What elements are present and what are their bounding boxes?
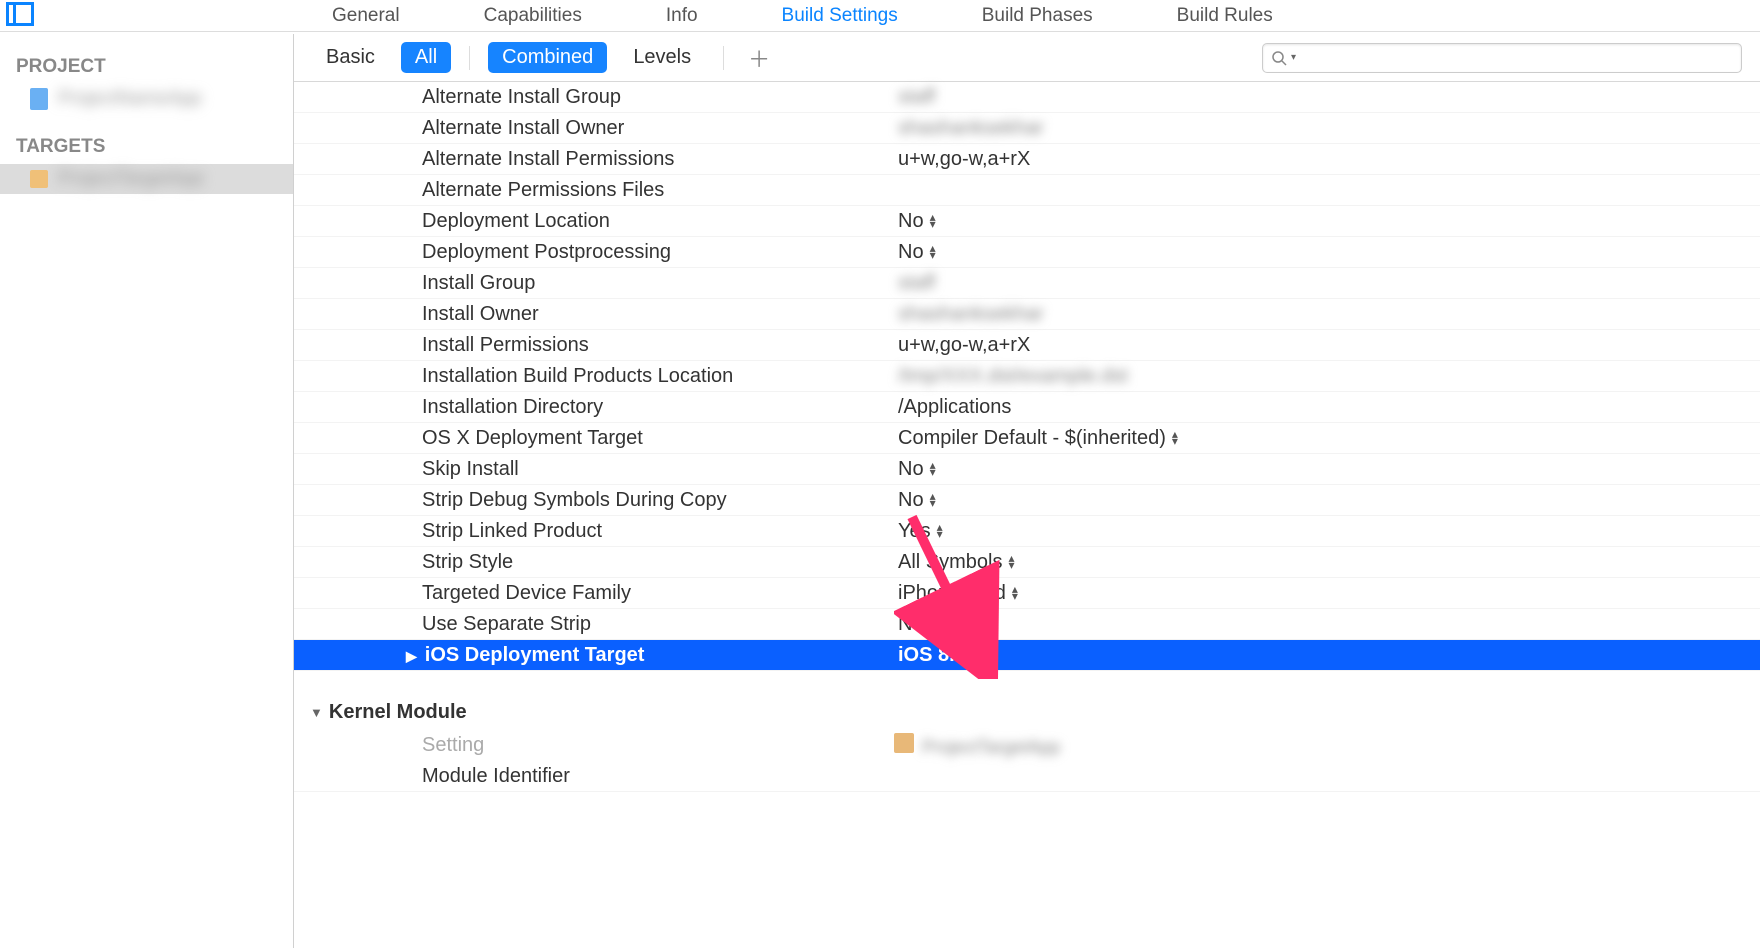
target-icon [30, 170, 48, 188]
project-name: ProjectNameApp [58, 88, 202, 110]
setting-label: Alternate Install Owner [294, 117, 894, 140]
setting-value[interactable]: shashanksekhar [894, 303, 1760, 326]
setting-row[interactable]: Installation Directory/Applications [294, 392, 1760, 423]
setting-row[interactable]: Strip Linked ProductYes▴▾ [294, 516, 1760, 547]
tab-general[interactable]: General [320, 1, 412, 31]
setting-label: Deployment Location [294, 210, 894, 233]
setting-value[interactable]: u+w,go-w,a+rX [894, 148, 1760, 171]
setting-row[interactable]: Alternate Install Ownershashanksekhar [294, 113, 1760, 144]
search-box[interactable]: ▾ [1262, 43, 1742, 73]
filter-combined-button[interactable]: Combined [488, 42, 607, 73]
project-file-icon [30, 88, 48, 110]
setting-value[interactable]: No▴▾ [894, 241, 1760, 264]
setting-row[interactable]: Deployment PostprocessingNo▴▾ [294, 237, 1760, 268]
setting-label: Install Group [294, 272, 894, 295]
setting-label: Deployment Postprocessing [294, 241, 894, 264]
setting-row[interactable]: Install Permissionsu+w,go-w,a+rX [294, 330, 1760, 361]
setting-row[interactable]: Alternate Install Permissionsu+w,go-w,a+… [294, 144, 1760, 175]
setting-value[interactable]: No▴▾ [894, 210, 1760, 233]
setting-value[interactable]: No▴▾ [894, 489, 1760, 512]
setting-label: Strip Linked Product [294, 520, 894, 543]
setting-label: ▶iOS Deployment Target [294, 644, 894, 667]
setting-value[interactable]: All Symbols▴▾ [894, 551, 1760, 574]
filter-basic-button[interactable]: Basic [312, 42, 389, 73]
setting-row[interactable]: Alternate Install Groupstaff [294, 82, 1760, 113]
setting-row-ios-deployment-target[interactable]: ▶iOS Deployment TargetiOS 8.3▴▾ [294, 640, 1760, 671]
setting-row[interactable]: Install Ownershashanksekhar [294, 299, 1760, 330]
setting-value[interactable]: Compiler Default - $(inherited)▴▾ [894, 427, 1760, 450]
setting-value[interactable]: Yes▴▾ [894, 520, 1760, 543]
setting-row[interactable]: Install Groupstaff [294, 268, 1760, 299]
target-icon [894, 733, 914, 753]
section-title: Kernel Module [329, 701, 467, 724]
setting-label: Install Permissions [294, 334, 894, 357]
divider [469, 46, 470, 70]
top-tabs: General Capabilities Info Build Settings… [0, 0, 1760, 32]
setting-value[interactable]: u+w,go-w,a+rX [894, 334, 1760, 357]
main-panel: Basic All Combined Levels ＋ ▾ Alternate … [294, 34, 1760, 948]
setting-value[interactable]: iPhone/iPad▴▾ [894, 582, 1760, 605]
setting-label: Targeted Device Family [294, 582, 894, 605]
target-name: ProjectTargetApp [922, 737, 1060, 757]
setting-value[interactable]: /Applications [894, 396, 1760, 419]
setting-row[interactable]: Alternate Permissions Files [294, 175, 1760, 206]
project-heading: PROJECT [0, 50, 293, 84]
setting-label: Installation Directory [294, 396, 894, 419]
setting-label: Alternate Install Group [294, 86, 894, 109]
section-kernel-module[interactable]: ▼ Kernel Module [294, 671, 1760, 730]
setting-label: OS X Deployment Target [294, 427, 894, 450]
search-input[interactable] [1300, 49, 1733, 67]
search-icon [1271, 50, 1287, 66]
setting-value[interactable]: staff [894, 272, 1760, 295]
settings-list: Alternate Install GroupstaffAlternate In… [294, 82, 1760, 792]
sidebar-project-item[interactable]: ProjectNameApp [0, 84, 293, 114]
setting-label: Installation Build Products Location [294, 365, 894, 388]
setting-label: Module Identifier [294, 765, 894, 788]
setting-label: Strip Style [294, 551, 894, 574]
setting-value[interactable]: iOS 8.3▴▾ [894, 644, 1760, 667]
setting-value[interactable]: /tmp/XXX.dst/example.dst [894, 365, 1760, 388]
filter-levels-button[interactable]: Levels [619, 42, 705, 73]
tab-build-settings[interactable]: Build Settings [770, 1, 910, 31]
disclosure-triangle-icon[interactable]: ▼ [310, 705, 323, 720]
search-scope-chevron-icon[interactable]: ▾ [1291, 52, 1296, 63]
setting-value[interactable]: staff [894, 86, 1760, 109]
setting-label: Alternate Install Permissions [294, 148, 894, 171]
setting-row[interactable]: OS X Deployment TargetCompiler Default -… [294, 423, 1760, 454]
disclosure-triangle-icon[interactable]: ▶ [406, 648, 417, 664]
setting-value[interactable]: No▴▾ [894, 613, 1760, 636]
tab-build-rules[interactable]: Build Rules [1165, 1, 1285, 31]
targets-heading: TARGETS [0, 130, 293, 164]
sidebar-target-item[interactable]: ProjectTargetApp [0, 164, 293, 194]
setting-row[interactable]: Installation Build Products Location/tmp… [294, 361, 1760, 392]
target-name: ProjectTargetApp [58, 168, 204, 190]
setting-row[interactable]: Targeted Device FamilyiPhone/iPad▴▾ [294, 578, 1760, 609]
setting-label: Alternate Permissions Files [294, 179, 894, 202]
tab-info[interactable]: Info [654, 1, 710, 31]
setting-label: Strip Debug Symbols During Copy [294, 489, 894, 512]
divider [723, 46, 724, 70]
setting-value[interactable]: No▴▾ [894, 458, 1760, 481]
setting-row[interactable]: Deployment LocationNo▴▾ [294, 206, 1760, 237]
sidebar: PROJECT ProjectNameApp TARGETS ProjectTa… [0, 34, 294, 948]
filter-bar: Basic All Combined Levels ＋ ▾ [294, 34, 1760, 82]
filter-all-button[interactable]: All [401, 42, 451, 73]
setting-label: Skip Install [294, 458, 894, 481]
setting-row[interactable]: Use Separate StripNo▴▾ [294, 609, 1760, 640]
setting-row[interactable]: Module Identifier [294, 761, 1760, 792]
add-button[interactable]: ＋ [742, 42, 776, 74]
setting-value[interactable]: shashanksekhar [894, 117, 1760, 140]
setting-row[interactable]: Skip InstallNo▴▾ [294, 454, 1760, 485]
tab-build-phases[interactable]: Build Phases [970, 1, 1105, 31]
setting-label: Install Owner [294, 303, 894, 326]
tab-capabilities[interactable]: Capabilities [472, 1, 594, 31]
setting-column-header: Setting [294, 734, 894, 757]
setting-row[interactable]: Strip StyleAll Symbols▴▾ [294, 547, 1760, 578]
setting-row[interactable]: Strip Debug Symbols During CopyNo▴▾ [294, 485, 1760, 516]
column-header-row: Setting ProjectTargetApp [294, 730, 1760, 761]
setting-label: Use Separate Strip [294, 613, 894, 636]
